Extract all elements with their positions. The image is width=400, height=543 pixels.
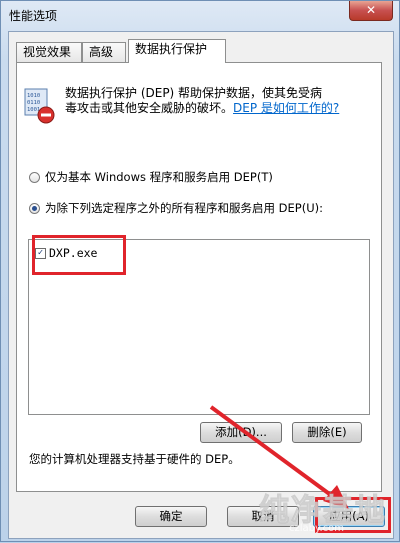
tab-visual-effects[interactable]: 视觉效果 — [16, 42, 82, 62]
dialog-client-area: 视觉效果 高级 数据执行保护 1010 0110 1001 数据执行保护 (DE… — [8, 31, 394, 539]
window-title: 性能选项 — [9, 9, 58, 23]
close-icon: ✕ — [365, 3, 377, 17]
remove-button[interactable]: 删除(E) — [292, 422, 362, 443]
tab-label: 视觉效果 — [23, 45, 72, 59]
hardware-support-text: 您的计算机处理器支持基于硬件的 DEP。 — [29, 452, 240, 466]
close-button[interactable]: ✕ — [349, 1, 393, 21]
tab-advanced[interactable]: 高级 — [82, 42, 126, 62]
dep-tab-panel: 1010 0110 1001 数据执行保护 (DEP) 帮助保护数据，使其免受病… — [16, 62, 382, 492]
red-highlight-box — [32, 235, 126, 275]
svg-text:0110: 0110 — [27, 100, 40, 106]
add-button-label: 添加(D)... — [215, 425, 267, 439]
ok-button-label: 确定 — [159, 509, 183, 523]
remove-button-label: 删除(E) — [307, 425, 347, 439]
radio-basic-label: 仅为基本 Windows 程序和服务启用 DEP(T) — [45, 170, 273, 184]
add-button[interactable]: 添加(D)... — [200, 422, 282, 443]
ok-button[interactable]: 确定 — [135, 506, 207, 527]
tab-dep[interactable]: 数据执行保护 — [128, 39, 226, 63]
title-bar[interactable]: 性能选项 ✕ — [1, 1, 399, 31]
tab-label: 高级 — [89, 45, 114, 59]
svg-text:1010: 1010 — [27, 93, 40, 99]
radio-basic-only[interactable]: 仅为基本 Windows 程序和服务启用 DEP(T) — [29, 169, 273, 185]
watermark: 纯净基地 czlaby.com — [259, 485, 397, 539]
dep-help-link[interactable]: DEP 是如何工作的? — [233, 101, 339, 115]
radio-button-checked[interactable] — [29, 202, 40, 214]
dep-shield-icon: 1010 0110 1001 — [24, 88, 55, 124]
dep-description: 数据执行保护 (DEP) 帮助保护数据，使其免受病 毒攻击或其他安全威胁的破坏。… — [65, 86, 365, 116]
dep-description-line-1: 数据执行保护 (DEP) 帮助保护数据，使其免受病 — [65, 86, 323, 100]
radio-all-except-selected[interactable]: 为除下列选定程序之外的所有程序和服务启用 DEP(U): — [29, 200, 323, 216]
radio-button-unchecked[interactable] — [29, 171, 40, 183]
tab-label: 数据执行保护 — [135, 42, 208, 56]
watermark-en-text: czlaby.com — [289, 523, 345, 534]
performance-options-window: 性能选项 ✕ 视觉效果 高级 数据执行保护 1010 0110 1001 数据执… — [0, 0, 400, 542]
radio-all-except-label: 为除下列选定程序之外的所有程序和服务启用 DEP(U): — [45, 201, 323, 215]
dep-description-line-2: 毒攻击或其他安全威胁的破坏。 — [65, 101, 234, 115]
